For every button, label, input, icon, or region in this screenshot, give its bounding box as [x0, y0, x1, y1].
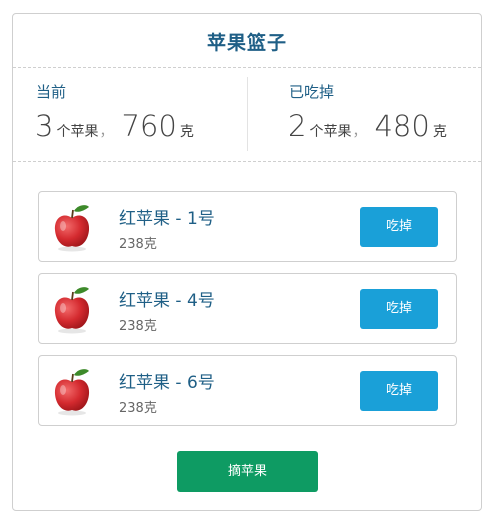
apple-name: 红苹果 - 6号 — [119, 373, 215, 393]
eaten-stats: 已吃掉 2 个苹果， 480 克 — [247, 67, 481, 161]
eaten-label: 已吃掉 — [289, 83, 335, 101]
apple-icon — [54, 369, 90, 416]
apple-list-item: 红苹果 - 6号 238克 吃掉 — [38, 355, 457, 426]
current-separator: ， — [99, 124, 114, 140]
middle-divider — [13, 161, 481, 162]
eaten-value: 2 个苹果， 480 克 — [288, 109, 447, 143]
current-count-unit: 个苹果 — [56, 124, 99, 140]
current-count: 3 — [35, 109, 54, 143]
eaten-count-unit: 个苹果 — [309, 124, 352, 140]
apple-weight: 238克 — [119, 319, 157, 334]
apple-basket-panel: 苹果篮子 当前 3 个苹果， 760 克 已吃掉 2 个苹果， 480 克 红苹… — [12, 13, 482, 511]
apple-icon — [54, 205, 90, 252]
current-weight-unit: 克 — [179, 124, 194, 140]
apple-weight: 238克 — [119, 401, 157, 416]
apple-weight: 238克 — [119, 237, 157, 252]
stats-section: 当前 3 个苹果， 760 克 已吃掉 2 个苹果， 480 克 — [13, 67, 481, 161]
eaten-weight: 480 — [374, 109, 430, 143]
eaten-weight-unit: 克 — [432, 124, 447, 140]
apple-icon — [54, 287, 90, 334]
eaten-count: 2 — [288, 109, 307, 143]
eaten-separator: ， — [352, 124, 367, 140]
eat-button[interactable]: 吃掉 — [360, 371, 438, 411]
basket-title: 苹果篮子 — [206, 32, 287, 54]
eat-button[interactable]: 吃掉 — [360, 289, 438, 329]
apple-list-item: 红苹果 - 1号 238克 吃掉 — [38, 191, 457, 262]
eat-button[interactable]: 吃掉 — [360, 207, 438, 247]
current-label: 当前 — [36, 83, 67, 101]
pick-apple-button[interactable]: 摘苹果 — [177, 451, 318, 492]
current-stats: 当前 3 个苹果， 760 克 — [13, 67, 247, 161]
current-value: 3 个苹果， 760 克 — [35, 109, 194, 143]
apple-name: 红苹果 - 4号 — [119, 291, 215, 311]
apple-name: 红苹果 - 1号 — [119, 209, 215, 229]
current-weight: 760 — [121, 109, 177, 143]
apple-list-item: 红苹果 - 4号 238克 吃掉 — [38, 273, 457, 344]
